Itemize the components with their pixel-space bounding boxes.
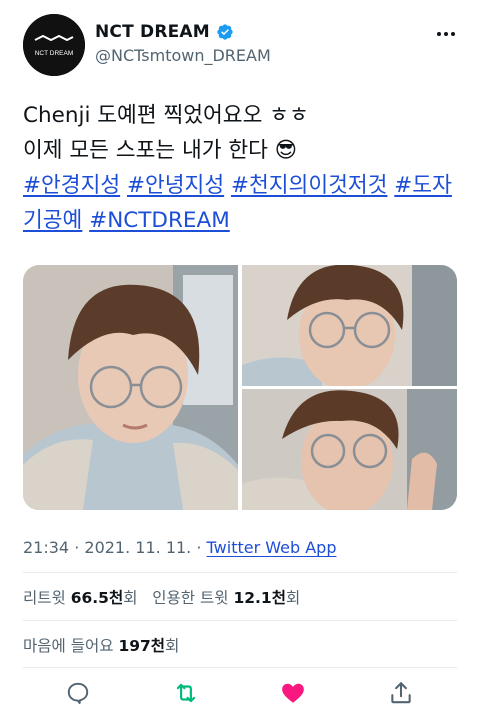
- photo-2[interactable]: [242, 265, 457, 386]
- account-handle[interactable]: @NCTsmtown_DREAM: [95, 46, 271, 65]
- tweet-meta: 21:34 · 2021. 11. 11. · Twitter Web App: [23, 538, 336, 557]
- verified-badge-icon: [216, 23, 234, 41]
- tweet-line-2: 이제 모든 스포는 내가 한다 😎: [23, 138, 298, 163]
- more-options-icon[interactable]: [434, 22, 458, 46]
- share-icon[interactable]: [388, 680, 414, 706]
- retweet-quote-stats: 리트윗 66.5천회 인용한 트윗 12.1천회: [23, 586, 300, 608]
- hashtag-link[interactable]: #안녕지성: [127, 173, 224, 198]
- hashtag-link[interactable]: #NCTDREAM: [89, 208, 230, 233]
- meta-separator: ·: [74, 538, 80, 557]
- retweet-icon[interactable]: [173, 680, 199, 706]
- retweets-count: 66.5천: [70, 589, 124, 607]
- heart-icon[interactable]: [280, 680, 306, 706]
- tweet-date: 2021. 11. 11.: [84, 538, 192, 557]
- display-name[interactable]: NCT DREAM: [95, 22, 210, 42]
- meta-separator: ·: [196, 538, 202, 557]
- sunglasses-emoji: 😎: [274, 138, 298, 163]
- avatar[interactable]: NCT DREAM: [23, 14, 85, 76]
- likes-count: 197천: [118, 637, 166, 655]
- quotes-stat[interactable]: 인용한 트윗 12.1천회: [152, 589, 300, 607]
- photo-1[interactable]: [23, 265, 238, 510]
- tweet-text: Chenji 도예편 찍었어요오 ㅎㅎ 이제 모든 스포는 내가 한다 😎 #안…: [23, 98, 459, 238]
- retweets-stat[interactable]: 리트윗 66.5천회: [23, 589, 138, 607]
- tweet-time: 21:34: [23, 538, 70, 557]
- avatar-logo-text: NCT DREAM: [35, 50, 74, 57]
- hashtag-link[interactable]: #천지의이것저것: [231, 173, 387, 198]
- divider: [23, 572, 457, 573]
- quotes-count: 12.1천: [233, 589, 286, 607]
- divider: [23, 620, 457, 621]
- tweet-source-link[interactable]: Twitter Web App: [207, 538, 337, 557]
- tweet-header: NCT DREAM NCT DREAM @NCTsmtown_DREAM: [0, 0, 480, 90]
- divider: [23, 667, 457, 668]
- tweet-line-1: Chenji 도예편 찍었어요오 ㅎㅎ: [23, 103, 309, 128]
- tweet-actions: [0, 676, 480, 712]
- media-grid: [23, 265, 457, 510]
- hashtag-link[interactable]: #안경지성: [23, 173, 120, 198]
- likes-stat[interactable]: 마음에 들어요 197천회: [23, 634, 179, 656]
- reply-icon[interactable]: [65, 680, 91, 706]
- photo-3[interactable]: [242, 389, 457, 510]
- hashtag-block: #안경지성 #안녕지성 #천지의이것저것 #도자기공예 #NCTDREAM: [23, 168, 459, 238]
